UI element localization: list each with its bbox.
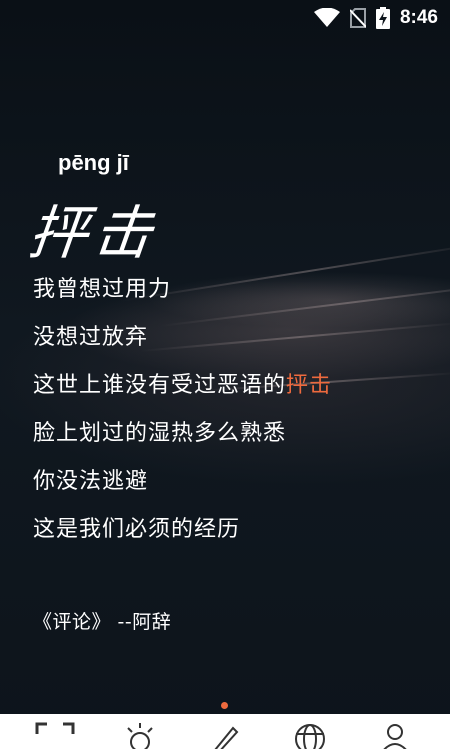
word-title: 抨击 [25, 199, 162, 267]
bottom-nav [0, 714, 450, 749]
nav-profile[interactable] [365, 714, 425, 749]
wifi-icon [313, 8, 340, 28]
pencil-icon [209, 722, 241, 749]
lyric-line: 我曾想过用力 [33, 277, 172, 302]
app-screen: 8:46 pēng jī 抨击 我曾想过用力 没想过放弃 这世上谁没有受过恶语的… [0, 0, 450, 749]
highlighted-word: 抨击 [286, 373, 333, 398]
sun-icon [124, 722, 156, 749]
user-icon [379, 722, 411, 749]
lyric-line: 你没法逃避 [33, 469, 149, 494]
nav-scan[interactable] [25, 714, 85, 749]
song-source: 《评论》 --阿辞 [33, 611, 172, 633]
lyric-line: 脸上划过的湿热多么熟悉 [33, 421, 287, 446]
globe-icon [293, 722, 327, 749]
lyrics-list: 我曾想过用力 没想过放弃 这世上谁没有受过恶语的抨击 脸上划过的湿热多么熟悉 你… [33, 272, 332, 560]
nav-write[interactable] [195, 714, 255, 749]
lyric-line: 这是我们必须的经历 [33, 517, 241, 542]
status-time: 8:46 [399, 7, 438, 28]
status-bar: 8:46 [0, 0, 450, 36]
page-indicator-dot [221, 702, 228, 709]
nav-explore[interactable] [280, 714, 340, 749]
scan-frame-icon [35, 722, 75, 749]
lyric-line: 没想过放弃 [33, 325, 149, 350]
nav-daily[interactable] [110, 714, 170, 749]
word-pinyin: pēng jī [58, 150, 129, 175]
battery-charging-icon [375, 7, 390, 29]
no-sim-icon [349, 8, 366, 28]
lyric-line: 这世上谁没有受过恶语的抨击 [33, 373, 333, 398]
